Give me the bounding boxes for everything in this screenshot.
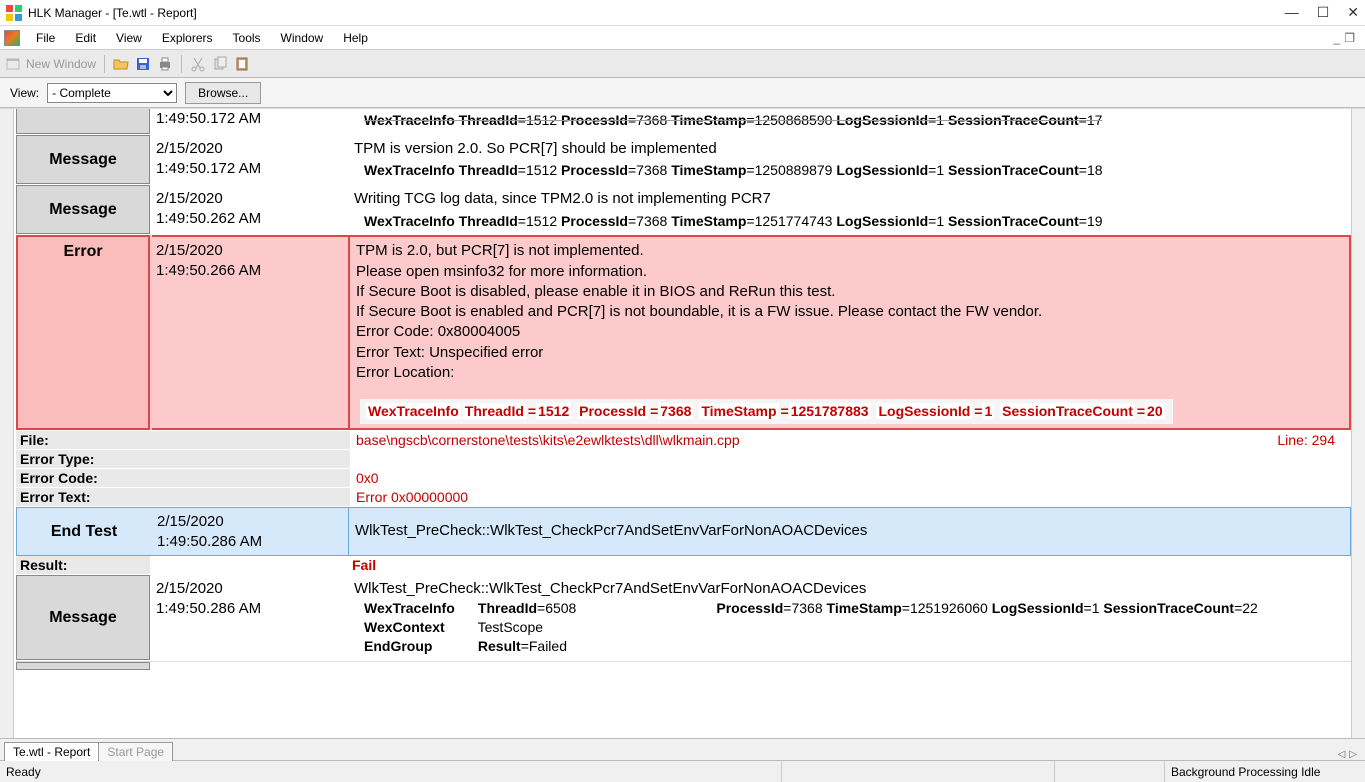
log-row-end-test: End Test 2/15/2020 1:49:50.286 AM WlkTes… [16, 507, 1351, 556]
new-window-icon [6, 56, 22, 72]
new-window-button[interactable]: New Window [6, 56, 96, 72]
row-timestamp: 2/15/2020 1:49:50.286 AM [153, 508, 349, 555]
error-trace: WexTraceInfoThreadId=1512 ProcessId=7368… [360, 399, 1173, 424]
menu-bar: File Edit View Explorers Tools Window He… [0, 26, 1365, 50]
save-icon[interactable] [135, 56, 151, 72]
tab-report[interactable]: Te.wtl - Report [4, 742, 99, 761]
menu-edit[interactable]: Edit [65, 29, 106, 47]
maximize-button[interactable]: ☐ [1317, 4, 1330, 21]
row-timestamp: 2/15/2020 1:49:50.286 AM [152, 575, 348, 660]
row-label: Message [16, 135, 150, 184]
print-icon[interactable] [157, 56, 173, 72]
tab-start-page[interactable]: Start Page [98, 742, 173, 761]
log-row-cutoff: 1:49:50.172 AM WexTraceInfo ThreadId=151… [16, 109, 1351, 135]
paste-icon[interactable] [234, 56, 250, 72]
row-timestamp: 2/15/2020 1:49:50.266 AM [152, 235, 348, 430]
log-row-error: Error 2/15/2020 1:49:50.266 AM TPM is 2.… [16, 235, 1351, 431]
log-row-message: Message 2/15/2020 1:49:50.286 AM WlkTest… [16, 575, 1351, 661]
row-timestamp: 2/15/2020 1:49:50.172 AM [152, 135, 348, 184]
title-bar: HLK Manager - [Te.wtl - Report] — ☐ ✕ [0, 0, 1365, 26]
tab-prev-icon[interactable]: ◁ [1338, 749, 1346, 760]
row-body: Writing TCG log data, since TPM2.0 is no… [348, 185, 1351, 234]
view-bar: View: - Complete Browse... [0, 78, 1365, 108]
row-label [16, 109, 150, 134]
copy-icon[interactable] [212, 56, 228, 72]
window-title: HLK Manager - [Te.wtl - Report] [28, 6, 1285, 20]
close-button[interactable]: ✕ [1347, 4, 1359, 21]
log-row-message: Message 2/15/2020 1:49:50.262 AM Writing… [16, 185, 1351, 235]
row-body: WlkTest_PreCheck::WlkTest_CheckPcr7AndSe… [349, 508, 1350, 555]
menu-help[interactable]: Help [333, 29, 378, 47]
minimize-button[interactable]: — [1285, 4, 1299, 21]
row-label: End Test [17, 508, 151, 555]
scrollbar-vertical[interactable] [1351, 109, 1365, 738]
cut-icon[interactable] [190, 56, 206, 72]
menu-explorers[interactable]: Explorers [152, 29, 223, 47]
row-body: WexTraceInfo ThreadId=1512 ProcessId=736… [348, 109, 1351, 134]
detail-file: File: base\ngscb\cornerstone\tests\kits\… [16, 431, 1351, 450]
view-select[interactable]: - Complete [47, 83, 177, 103]
view-label: View: [10, 86, 39, 100]
row-label: Error [16, 235, 150, 430]
app-menu-icon [4, 30, 20, 46]
mdi-restore-icon[interactable]: ❐ [1344, 31, 1355, 45]
row-timestamp: 1:49:50.172 AM [152, 109, 348, 134]
report-content: 1:49:50.172 AM WexTraceInfo ThreadId=151… [0, 108, 1365, 738]
document-tabs: Te.wtl - Report Start Page ◁ ▷ [0, 738, 1365, 760]
log-row-message: Message 2/15/2020 1:49:50.172 AM TPM is … [16, 135, 1351, 185]
detail-error-type: Error Type: [16, 450, 1351, 469]
log-row-cutoff-bottom [16, 661, 1351, 671]
menu-window[interactable]: Window [271, 29, 334, 47]
menu-tools[interactable]: Tools [223, 29, 271, 47]
row-label: Message [16, 185, 150, 234]
detail-error-text: Error Text: Error 0x00000000 [16, 488, 1351, 507]
status-left: Ready [0, 761, 782, 782]
status-right: Background Processing Idle [1165, 761, 1365, 782]
window-controls: — ☐ ✕ [1285, 4, 1359, 21]
detail-error-code: Error Code: 0x0 [16, 469, 1351, 488]
open-folder-icon[interactable] [113, 56, 129, 72]
log-view: 1:49:50.172 AM WexTraceInfo ThreadId=151… [16, 109, 1351, 738]
tab-next-icon[interactable]: ▷ [1349, 749, 1357, 760]
detail-result: Result: Fail [16, 556, 1351, 575]
row-body: TPM is 2.0, but PCR[7] is not implemente… [348, 235, 1351, 430]
row-body: WlkTest_PreCheck::WlkTest_CheckPcr7AndSe… [348, 575, 1351, 660]
browse-button[interactable]: Browse... [185, 82, 261, 104]
menu-view[interactable]: View [106, 29, 152, 47]
toolbar: New Window [0, 50, 1365, 78]
row-label: Message [16, 575, 150, 660]
row-body: TPM is version 2.0. So PCR[7] should be … [348, 135, 1351, 184]
scrollbar-left[interactable] [0, 109, 14, 738]
menu-file[interactable]: File [26, 29, 65, 47]
status-bar: Ready Background Processing Idle [0, 760, 1365, 782]
row-timestamp: 2/15/2020 1:49:50.262 AM [152, 185, 348, 234]
mdi-minimize-icon[interactable]: _ [1334, 31, 1341, 45]
app-icon [6, 5, 22, 21]
